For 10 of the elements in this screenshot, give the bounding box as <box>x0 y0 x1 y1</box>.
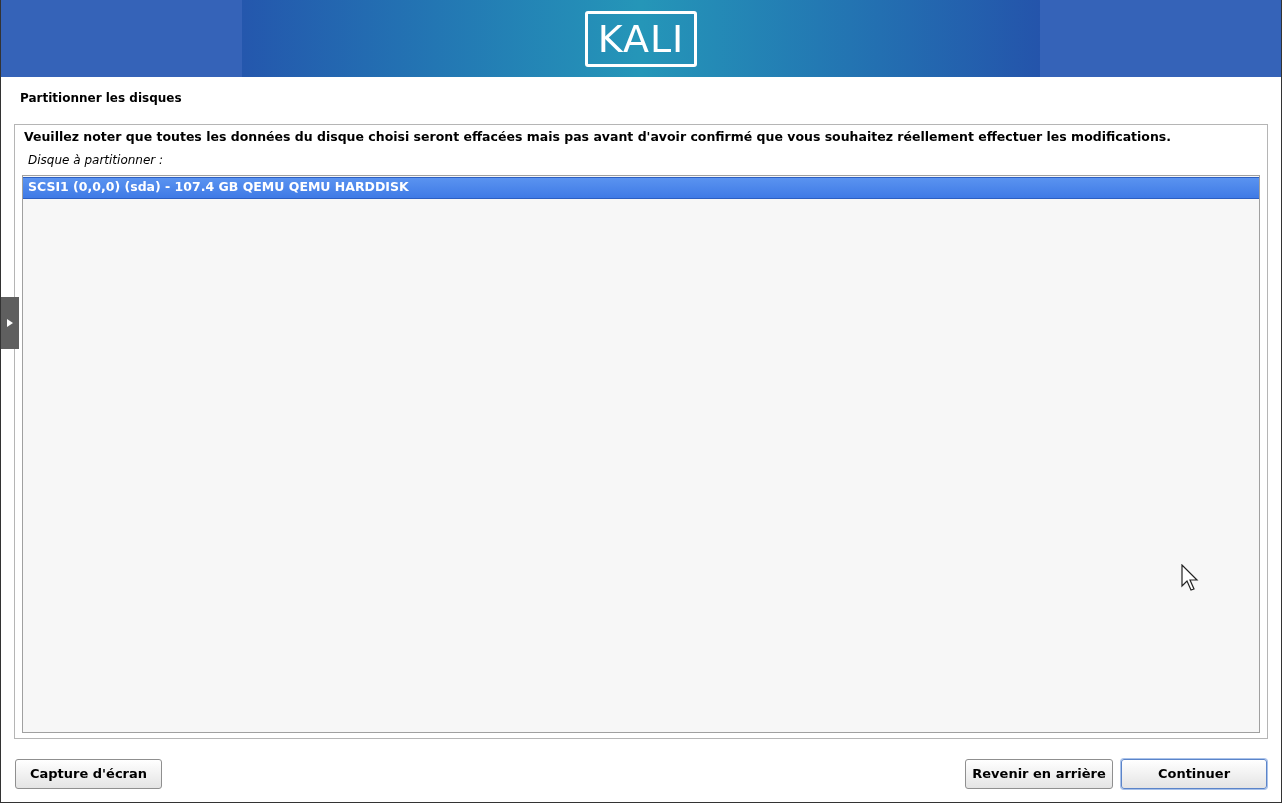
triangle-right-icon <box>7 319 13 327</box>
wizard-button[interactable]: Continuer <box>1121 759 1267 789</box>
mouse-cursor-icon <box>1181 564 1200 592</box>
list-label: Disque à partitionner : <box>28 151 164 169</box>
wizard-button[interactable]: Capture d'écran <box>15 759 162 789</box>
kali-logo: KALI <box>584 10 698 67</box>
side-panel-handle[interactable] <box>1 297 19 349</box>
wizard-button[interactable]: Revenir en arrière <box>965 759 1113 789</box>
page-title: Partitionner les disques <box>20 90 182 107</box>
notice-text: Veuillez noter que toutes les données du disque choisi seront effacées mais pas avant d'avoir confirmé que vous souhaitez réellement effectuer les modifications. <box>24 128 1171 146</box>
